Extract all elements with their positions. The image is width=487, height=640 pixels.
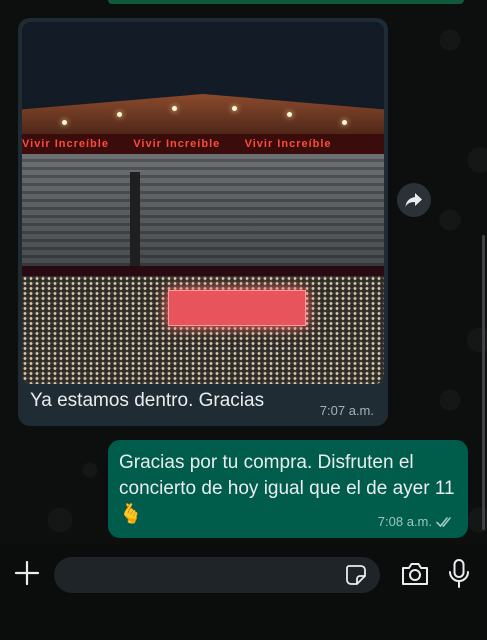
forward-button[interactable] [397, 183, 431, 217]
photo-roof-light [117, 112, 122, 117]
photo-roof-light [232, 106, 237, 111]
photo-led-banner: Vivir Increíble Vivir Increíble Vivir In… [22, 134, 384, 154]
chat-scrollbar[interactable] [482, 235, 485, 530]
photo-stage-strip [22, 266, 384, 276]
double-check-icon [436, 516, 451, 527]
plus-icon [14, 560, 40, 586]
photo-led-text: Vivir Increíble [22, 138, 109, 150]
photo-roof-light [172, 106, 177, 111]
camera-icon [402, 563, 428, 585]
outgoing-message-bubble[interactable]: Gracias por tu compra. Disfruten el conc… [108, 440, 468, 538]
outgoing-timestamp: 7:08 a.m. [377, 514, 432, 529]
incoming-timestamp: 7:07 a.m. [319, 403, 374, 418]
microphone-button[interactable] [447, 558, 471, 590]
message-input[interactable] [54, 557, 380, 593]
photo-sky [22, 22, 384, 102]
microphone-icon [449, 559, 469, 588]
camera-button[interactable] [400, 561, 430, 587]
sticker-button[interactable] [344, 563, 368, 587]
photo-stands [22, 154, 384, 274]
photo-roof-light [342, 120, 347, 125]
incoming-message-bubble[interactable]: Vivir Increíble Vivir Increíble Vivir In… [18, 18, 388, 426]
outgoing-meta: 7:08 a.m. [378, 514, 456, 529]
add-attachment-button[interactable] [12, 558, 42, 588]
photo-led-text: Vivir Increíble [244, 138, 332, 150]
incoming-caption: Ya estamos dentro. Gracias [30, 390, 265, 411]
photo-roof-light [62, 120, 67, 125]
forward-arrow-icon [405, 193, 422, 207]
photo-roof-light [287, 112, 292, 117]
concert-photo[interactable]: Vivir Increíble Vivir Increíble Vivir In… [22, 22, 384, 384]
previous-message-edge [108, 0, 464, 4]
photo-led-text: Vivir Increíble [133, 138, 221, 150]
photo-stage [168, 290, 306, 326]
sticker-icon [346, 565, 366, 585]
